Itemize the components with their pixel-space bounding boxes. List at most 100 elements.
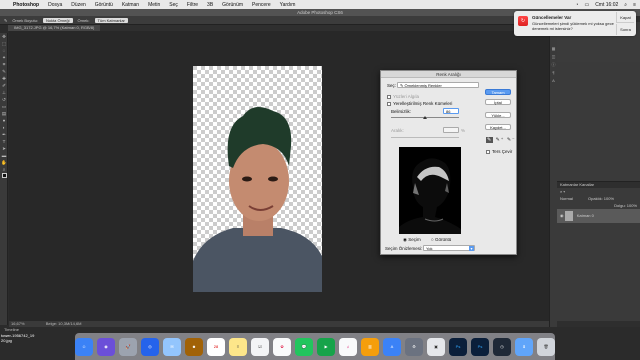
eyedropper-minus-icon[interactable]: ✎⁻ <box>507 137 516 143</box>
menu-view[interactable]: Görünüm <box>222 2 243 8</box>
menu-type[interactable]: Metin <box>148 2 160 8</box>
ok-button[interactable]: Tamam <box>485 89 511 95</box>
sample-layers-select[interactable]: Tüm Katmanlar <box>94 17 128 23</box>
save-button[interactable]: Kaydet... <box>485 124 511 130</box>
dodge-tool-icon[interactable]: ◐ <box>0 124 8 131</box>
timeline-tab[interactable]: Timeline <box>0 327 640 332</box>
lasso-tool-icon[interactable]: ◌ <box>0 47 8 54</box>
crop-tool-icon[interactable]: ⌗ <box>0 61 8 68</box>
menu-help[interactable]: Yardım <box>280 2 296 8</box>
localized-clusters-checkbox[interactable]: Yerelleştirilmiş Renk Kümeleri <box>387 101 452 106</box>
hand-tool-icon[interactable]: ✋ <box>0 159 8 166</box>
safari-icon[interactable]: ◎ <box>141 337 159 356</box>
notes-icon[interactable]: ≡ <box>229 337 247 356</box>
contacts-icon[interactable]: ☻ <box>185 337 203 356</box>
layer-filter-row[interactable]: ⌕ ▾ <box>557 188 640 195</box>
system-preferences-icon[interactable]: ⚙ <box>405 337 423 356</box>
messages-icon[interactable]: 💬 <box>295 337 313 356</box>
update-notification[interactable]: ↻ Güncellemeler Var Güncellemeleri şimdi… <box>514 11 636 36</box>
menu-window[interactable]: Pencere <box>252 2 271 8</box>
layer-row[interactable]: ◉ Katman 0 <box>557 209 640 223</box>
detect-faces-checkbox[interactable]: Yüzleri Algıla <box>387 94 419 99</box>
siri-icon[interactable]: ◉ <box>97 337 115 356</box>
character-panel-icon[interactable]: A <box>550 78 557 86</box>
eyedropper-icon[interactable]: ✎ <box>0 68 8 75</box>
trash-icon[interactable]: 🗑 <box>537 337 555 356</box>
finder-icon[interactable]: ☺ <box>75 337 93 356</box>
app-store-icon[interactable]: A <box>383 337 401 356</box>
load-button[interactable]: Yükle... <box>485 112 511 118</box>
notification-later-button[interactable]: Sonra <box>616 24 634 35</box>
desktop-file[interactable]: tower-1956742_19 20.jpg <box>1 333 41 360</box>
facetime-icon[interactable]: ▶ <box>317 337 335 356</box>
image-radio[interactable]: ○ Görüntü <box>431 237 451 242</box>
reminders-icon[interactable]: ☑ <box>251 337 269 356</box>
fill-field[interactable]: Dolgu: 100% <box>557 202 640 209</box>
eyedropper-tool-icon[interactable]: ✎ <box>486 137 494 143</box>
history-panel-icon[interactable]: ▦ <box>550 46 557 54</box>
sample-size-select[interactable]: Nokta Örneği <box>42 17 73 23</box>
blend-mode-select[interactable]: Normal <box>560 196 573 201</box>
eyedropper-plus-icon[interactable]: ✎⁺ <box>496 137 505 143</box>
type-tool-icon[interactable]: T <box>0 138 8 145</box>
magic-wand-tool-icon[interactable]: ✦ <box>0 54 8 61</box>
selection-preview-select[interactable]: Yok ▾ <box>423 245 475 251</box>
menu-file[interactable]: Dosya <box>48 2 62 8</box>
localized-box[interactable] <box>387 101 391 106</box>
path-select-icon[interactable]: ➤ <box>0 145 8 152</box>
move-tool-icon[interactable]: ✥ <box>0 33 8 40</box>
invert-box[interactable] <box>486 149 490 154</box>
fuzziness-input[interactable]: 86 <box>443 108 459 114</box>
blur-tool-icon[interactable]: ● <box>0 117 8 124</box>
invert-checkbox[interactable]: Ters Çevir <box>486 149 512 154</box>
photo-canvas[interactable] <box>193 66 322 292</box>
activity-icon[interactable]: ◷ <box>493 337 511 356</box>
itunes-icon[interactable]: ♫ <box>339 337 357 356</box>
calendar-icon[interactable]: 28 <box>207 337 225 356</box>
mail-icon[interactable]: ✉ <box>163 337 181 356</box>
wifi-icon[interactable]: ◔ <box>575 2 578 8</box>
menu-list-icon[interactable]: ≡ <box>633 2 636 8</box>
selection-radio[interactable]: ◉ Seçim <box>403 237 421 243</box>
clock[interactable]: Cmt 16:02 <box>595 2 618 8</box>
color-swatch-icon[interactable] <box>0 173 8 185</box>
menu-image[interactable]: Görüntü <box>95 2 113 8</box>
shape-tool-icon[interactable]: ▬ <box>0 152 8 159</box>
photos-icon[interactable]: ✿ <box>273 337 291 356</box>
healing-tool-icon[interactable]: ✚ <box>0 75 8 82</box>
launchpad-icon[interactable]: 🚀 <box>119 337 137 356</box>
marquee-tool-icon[interactable]: ⬚ <box>0 40 8 47</box>
photoshop-2-icon[interactable]: Ps <box>471 337 489 356</box>
photoshop-icon[interactable]: Ps <box>449 337 467 356</box>
menu-select[interactable]: Seç <box>169 2 178 8</box>
eyedropper-tool-icon[interactable]: ✎ <box>4 18 7 23</box>
select-dropdown[interactable]: ✎ Örneklenmiş Renkler <box>397 82 479 88</box>
notification-close-button[interactable]: Kapat <box>616 12 634 23</box>
range-slider[interactable] <box>391 137 459 138</box>
detect-faces-box[interactable] <box>387 94 391 99</box>
properties-panel-icon[interactable]: ◫ <box>550 54 557 62</box>
menu-filter[interactable]: Filtre <box>187 2 198 8</box>
fuzziness-slider-thumb[interactable] <box>423 116 427 119</box>
document-tab[interactable]: IMG_3172.JPG @ 16,7% (Katman 0, RGB/8) <box>8 25 101 31</box>
preview-icon[interactable]: ▣ <box>427 337 445 356</box>
menu-layer[interactable]: Katman <box>122 2 139 8</box>
range-input[interactable] <box>443 127 459 133</box>
zoom-tool-icon[interactable]: ⌕ <box>0 166 8 173</box>
pen-tool-icon[interactable]: ✒ <box>0 131 8 138</box>
history-brush-icon[interactable]: ↺ <box>0 96 8 103</box>
downloads-icon[interactable]: ⬇ <box>515 337 533 356</box>
zoom-level[interactable]: 16,67% <box>11 321 25 326</box>
eraser-tool-icon[interactable]: ▭ <box>0 103 8 110</box>
cancel-button[interactable]: İptal <box>485 99 511 105</box>
gradient-tool-icon[interactable]: ▤ <box>0 110 8 117</box>
app-menu[interactable]: Photoshop <box>13 2 39 8</box>
brush-tool-icon[interactable]: ✐ <box>0 82 8 89</box>
menu-edit[interactable]: Düzen <box>71 2 85 8</box>
battery-icon[interactable]: ▭ <box>584 2 589 8</box>
search-icon[interactable]: ⌕ <box>624 2 627 8</box>
opacity-field[interactable]: Opaklık: 100% <box>588 196 614 201</box>
stamp-tool-icon[interactable]: ⊥ <box>0 89 8 96</box>
info-panel-icon[interactable]: ⓘ <box>550 62 557 70</box>
menu-3d[interactable]: 3B <box>207 2 213 8</box>
